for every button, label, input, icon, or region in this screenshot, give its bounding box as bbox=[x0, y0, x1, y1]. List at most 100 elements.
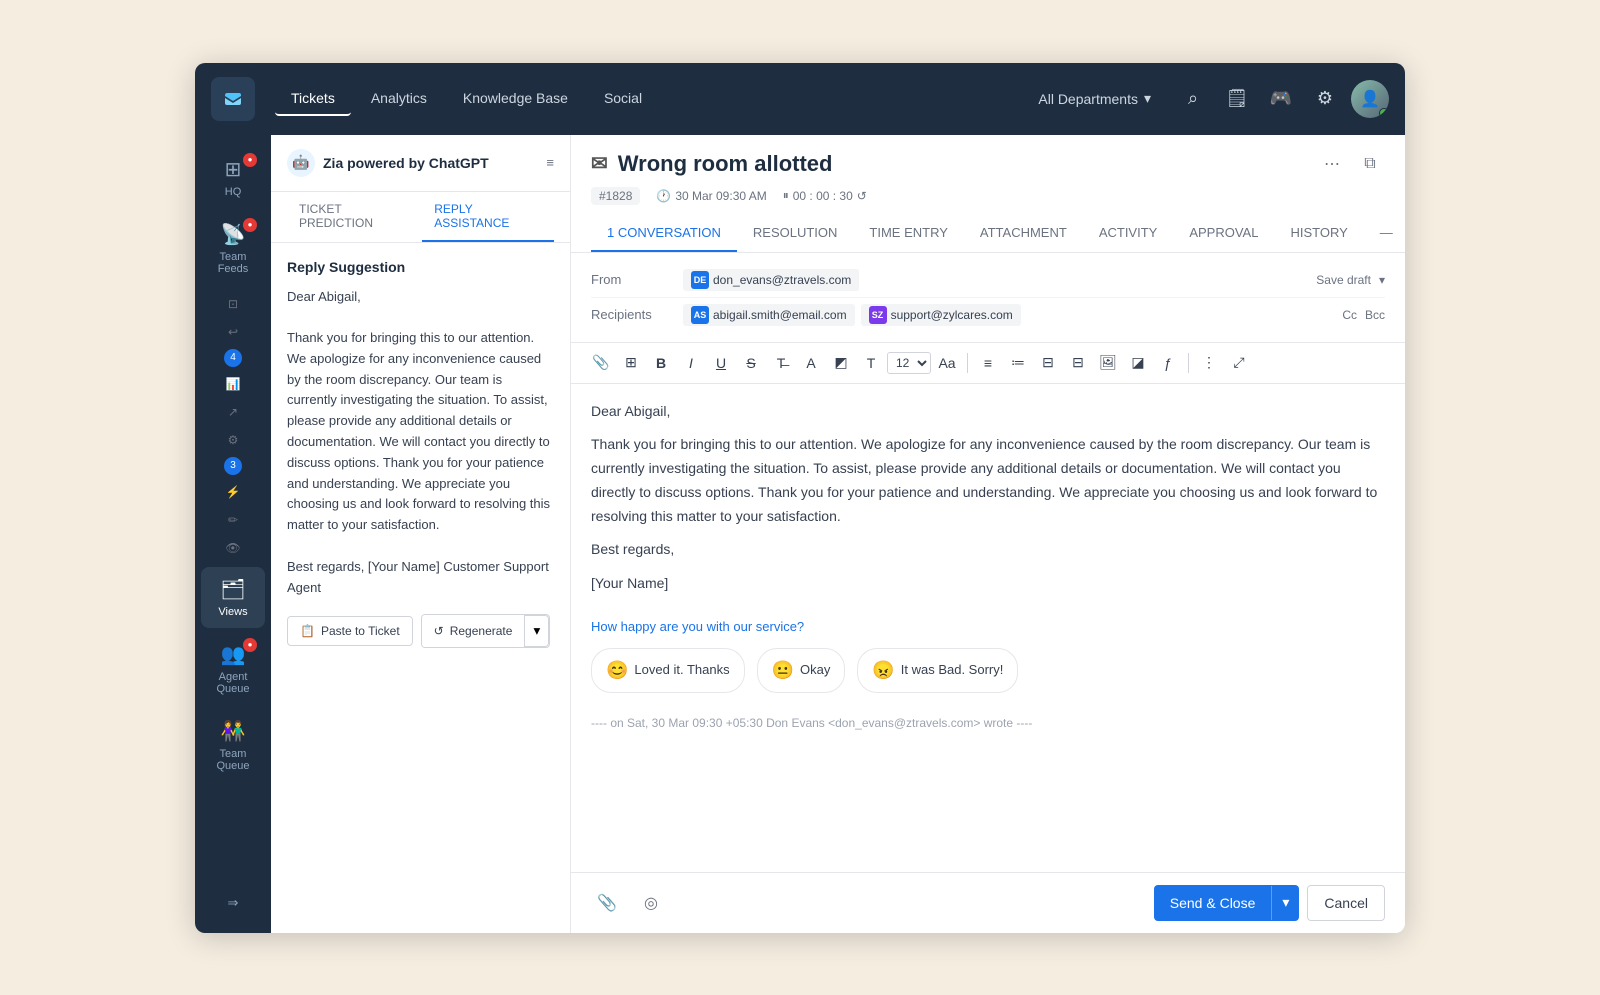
recipient-1-email: abigail.smith@email.com bbox=[713, 308, 847, 322]
from-label: From bbox=[591, 272, 671, 287]
zia-tab-ticket-prediction[interactable]: TICKET PREDICTION bbox=[287, 192, 422, 242]
department-selector[interactable]: All Departments ▾ bbox=[1026, 84, 1163, 113]
pencil-icon[interactable]: ✏ bbox=[222, 509, 244, 531]
from-email-chip: DE don_evans@ztravels.com bbox=[683, 269, 859, 291]
recipients-chips: AS abigail.smith@email.com SZ support@zy… bbox=[683, 304, 1330, 326]
sidebar-item-team-queue[interactable]: 👫 Team Queue bbox=[201, 709, 265, 782]
user-avatar[interactable]: 👤 bbox=[1351, 80, 1389, 118]
table-icon[interactable]: ⊞ bbox=[617, 349, 645, 377]
ordered-list-icon[interactable]: ⊟ bbox=[1034, 349, 1062, 377]
nav-social[interactable]: Social bbox=[588, 82, 658, 116]
save-draft-link[interactable]: Save draft bbox=[1316, 273, 1371, 287]
font-size-selector[interactable]: 12 bbox=[887, 352, 931, 374]
chart-icon[interactable]: 📊 bbox=[222, 373, 244, 395]
strikethrough-icon[interactable]: S bbox=[737, 349, 765, 377]
gamepad-icon[interactable]: 🎮 bbox=[1263, 81, 1299, 117]
send-close-button[interactable]: Send & Close ▾ bbox=[1154, 885, 1300, 921]
nav-knowledge-base[interactable]: Knowledge Base bbox=[447, 82, 584, 116]
unordered-list-icon[interactable]: ≔ bbox=[1004, 349, 1032, 377]
share-icon[interactable]: ↗ bbox=[222, 401, 244, 423]
search-icon[interactable]: ⌕ bbox=[1175, 81, 1211, 117]
layers-icon[interactable]: ⧉ bbox=[1355, 149, 1385, 179]
draft-chevron-icon[interactable]: ▾ bbox=[1379, 273, 1385, 287]
sat-option-bad[interactable]: 😠 It was Bad. Sorry! bbox=[857, 648, 1018, 693]
bolt-icon[interactable]: ⚡ bbox=[222, 481, 244, 503]
loved-label: Loved it. Thanks bbox=[634, 659, 729, 681]
attach-file-icon[interactable]: 📎 bbox=[591, 887, 623, 919]
sidebar-item-team-feeds[interactable]: 📡 Team Feeds ● bbox=[201, 212, 265, 285]
from-field-row: From DE don_evans@ztravels.com Save draf… bbox=[591, 263, 1385, 298]
ai-assist-icon[interactable]: ◎ bbox=[635, 887, 667, 919]
bcc-link[interactable]: Bcc bbox=[1365, 308, 1385, 322]
zia-content: Reply Suggestion Dear Abigail, Thank you… bbox=[271, 243, 570, 933]
sat-option-okay[interactable]: 😐 Okay bbox=[757, 648, 846, 693]
bad-label: It was Bad. Sorry! bbox=[901, 659, 1004, 681]
sidebar-item-views[interactable]: 🗂 Views bbox=[201, 567, 265, 628]
zia-tab-reply-assistance[interactable]: REPLY ASSISTANCE bbox=[422, 192, 554, 242]
sidebar-item-agent-queue[interactable]: 👥 Agent Queue ● bbox=[201, 632, 265, 705]
regenerate-button[interactable]: ↺ Regenerate bbox=[422, 615, 526, 647]
bottom-left-actions: 📎 ◎ bbox=[591, 887, 667, 919]
expand-icon[interactable]: ⤢ bbox=[1225, 349, 1253, 377]
tab-time-entry[interactable]: TIME ENTRY bbox=[853, 215, 964, 252]
app-logo bbox=[211, 77, 255, 121]
tab-resolution[interactable]: RESOLUTION bbox=[737, 215, 854, 252]
zia-title: 🤖 Zia powered by ChatGPT bbox=[287, 149, 489, 177]
zia-menu-icon[interactable]: ≡ bbox=[546, 155, 554, 170]
tab-activity[interactable]: ACTIVITY bbox=[1083, 215, 1174, 252]
indent-icon[interactable]: ⊟ bbox=[1064, 349, 1092, 377]
nav-links: Tickets Analytics Knowledge Base Social bbox=[275, 82, 1026, 116]
zia-actions: 📋 Paste to Ticket ↺ Regenerate ▾ bbox=[287, 614, 554, 648]
image-icon[interactable]: 🖼 bbox=[1094, 349, 1122, 377]
more-format-icon[interactable]: ⋮ bbox=[1195, 349, 1223, 377]
more-tabs-icon[interactable]: — bbox=[1364, 215, 1405, 252]
align-left-icon[interactable]: ≡ bbox=[974, 349, 1002, 377]
nav-tickets[interactable]: Tickets bbox=[275, 82, 351, 116]
notifications-icon[interactable]: 🗒 bbox=[1219, 81, 1255, 117]
recipients-field-row: Recipients AS abigail.smith@email.com SZ… bbox=[591, 298, 1385, 332]
underline-icon[interactable]: U bbox=[707, 349, 735, 377]
zia-title-text: Zia powered by ChatGPT bbox=[323, 155, 489, 171]
compose-body[interactable]: Dear Abigail, Thank you for bringing thi… bbox=[571, 384, 1405, 872]
tab-history[interactable]: HISTORY bbox=[1274, 215, 1363, 252]
sidebar-item-hq[interactable]: ⊞ HQ ● bbox=[201, 147, 265, 208]
mail-icon: ✉ bbox=[591, 151, 608, 176]
formula-icon[interactable]: ƒ bbox=[1154, 349, 1182, 377]
nav-analytics[interactable]: Analytics bbox=[355, 82, 443, 116]
tab-attachment[interactable]: ATTACHMENT bbox=[964, 215, 1083, 252]
cc-link[interactable]: Cc bbox=[1342, 308, 1357, 322]
filter-icon[interactable]: ⊡ bbox=[222, 293, 244, 315]
cancel-button[interactable]: Cancel bbox=[1307, 885, 1385, 921]
settings-icon[interactable]: ⚙ bbox=[1307, 81, 1343, 117]
compose-fields: From DE don_evans@ztravels.com Save draf… bbox=[571, 253, 1405, 343]
bold-icon[interactable]: B bbox=[647, 349, 675, 377]
fill-icon[interactable]: ◪ bbox=[1124, 349, 1152, 377]
more-options-icon[interactable]: ⋯ bbox=[1317, 149, 1347, 179]
attach-icon[interactable]: 📎 bbox=[587, 349, 615, 377]
color-icon[interactable]: A bbox=[797, 349, 825, 377]
pause-icon[interactable]: ⏸ bbox=[783, 188, 789, 203]
text-icon[interactable]: T bbox=[857, 349, 885, 377]
fontsize2-icon[interactable]: Aa bbox=[933, 349, 961, 377]
paste-to-ticket-button[interactable]: 📋 Paste to Ticket bbox=[287, 616, 413, 646]
settings2-icon[interactable]: ⚙ bbox=[222, 429, 244, 451]
highlight-icon[interactable]: ◩ bbox=[827, 349, 855, 377]
italic-icon[interactable]: I bbox=[677, 349, 705, 377]
history-icon[interactable]: ↩ bbox=[222, 321, 244, 343]
tab-conversation[interactable]: 1 CONVERSATION bbox=[591, 215, 737, 252]
sidebar-expand[interactable]: ⇒ bbox=[201, 885, 265, 921]
refresh-timer-icon[interactable]: ↺ bbox=[857, 189, 867, 203]
zia-tabs: TICKET PREDICTION REPLY ASSISTANCE bbox=[271, 192, 570, 243]
views-icon: 🗂 bbox=[220, 577, 245, 602]
sat-option-loved[interactable]: 😊 Loved it. Thanks bbox=[591, 648, 745, 693]
tab-approval[interactable]: APPROVAL bbox=[1173, 215, 1274, 252]
regenerate-dropdown[interactable]: ▾ bbox=[525, 615, 549, 647]
send-close-label[interactable]: Send & Close bbox=[1154, 886, 1273, 920]
ticket-header: ✉ Wrong room allotted ⋯ ⧉ #1828 🕐 30 Mar… bbox=[571, 135, 1405, 253]
eye-icon[interactable]: 👁 bbox=[222, 537, 244, 559]
satisfaction-section: How happy are you with our service? 😊 Lo… bbox=[591, 616, 1385, 693]
clearformat-icon[interactable]: T̶ bbox=[767, 349, 795, 377]
recipient-2-abbr: SZ bbox=[869, 306, 887, 324]
send-close-dropdown[interactable]: ▾ bbox=[1272, 885, 1299, 920]
ticket-date: 🕐 30 Mar 09:30 AM bbox=[656, 189, 766, 203]
